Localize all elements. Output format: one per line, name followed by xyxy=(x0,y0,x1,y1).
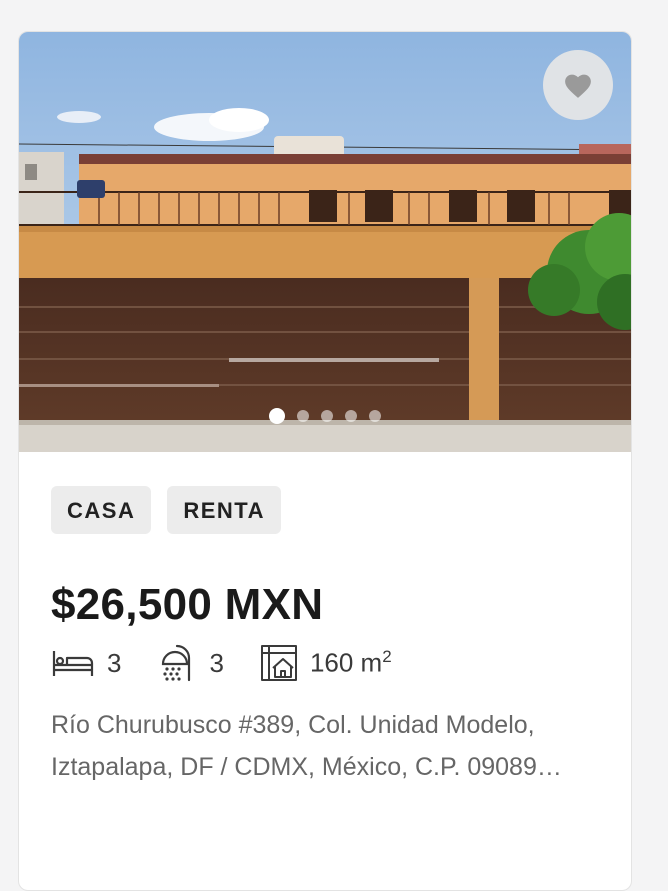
feature-list: 3 3 160 m2 xyxy=(51,644,599,682)
carousel-dot-4[interactable] xyxy=(345,410,357,422)
address: Río Churubusco #389, Col. Unidad Modelo,… xyxy=(51,704,611,788)
favorite-button[interactable] xyxy=(543,50,613,120)
floorplan-house-icon xyxy=(260,645,297,681)
carousel-indicator xyxy=(19,408,631,424)
heart-icon xyxy=(565,74,591,98)
property-photo[interactable] xyxy=(19,32,631,452)
carousel-dot-1[interactable] xyxy=(269,408,285,424)
house-photo-image xyxy=(19,32,631,452)
bedrooms-count: 3 xyxy=(107,647,122,678)
price: $26,500 MXN xyxy=(51,580,324,629)
address-line-1: Río Churubusco #389, Col. Unidad Modelo, xyxy=(51,711,535,739)
bathrooms-feature: 3 xyxy=(157,644,224,682)
bathrooms-count: 3 xyxy=(209,647,224,678)
carousel-dot-2[interactable] xyxy=(297,410,309,422)
tag-list: CASA RENTA xyxy=(51,486,599,534)
shower-icon xyxy=(162,644,191,682)
operation-type-tag: RENTA xyxy=(167,486,281,534)
property-card[interactable]: CASA RENTA $26,500 MXN 3 3 160 m2 Río Ch… xyxy=(18,31,632,891)
area-feature: 160 m2 xyxy=(260,644,392,682)
area-value: 160 m2 xyxy=(309,647,392,678)
carousel-dot-3[interactable] xyxy=(321,410,333,422)
property-type-tag: CASA xyxy=(51,486,152,534)
card-body: CASA RENTA $26,500 MXN 3 3 160 m2 Río Ch… xyxy=(19,452,631,788)
bed-icon xyxy=(52,651,94,676)
bedrooms-feature: 3 xyxy=(51,648,121,679)
address-line-2: Iztapalapa, DF / CDMX, México, C.P. 0908… xyxy=(51,753,562,781)
carousel-dot-5[interactable] xyxy=(369,410,381,422)
